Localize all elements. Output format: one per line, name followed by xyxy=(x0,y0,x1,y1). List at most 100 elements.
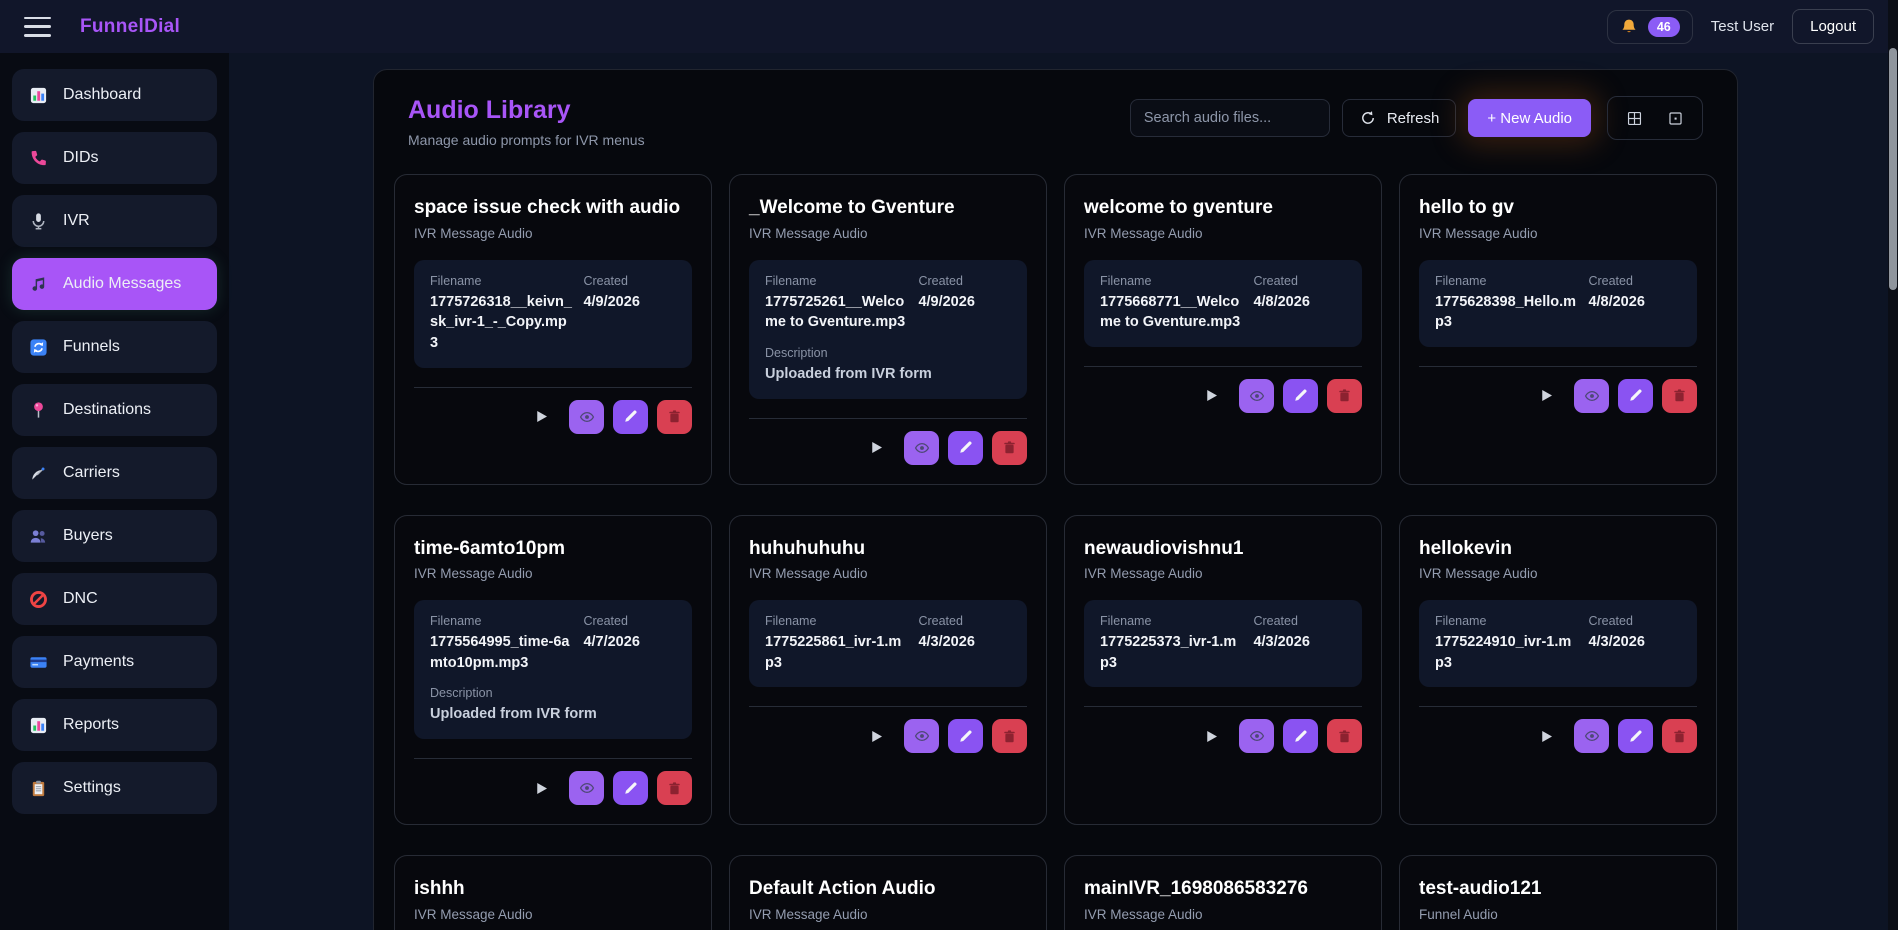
play-button[interactable] xyxy=(1532,719,1560,753)
edit-button[interactable] xyxy=(613,400,648,434)
phone-icon xyxy=(29,149,48,168)
trash-icon xyxy=(1000,727,1019,746)
card-actions xyxy=(1084,719,1362,753)
sidebar-item-reports[interactable]: Reports xyxy=(12,699,217,751)
delete-button[interactable] xyxy=(992,431,1027,465)
edit-button[interactable] xyxy=(1283,719,1318,753)
arrows-cycle-icon xyxy=(29,338,48,357)
audio-card-meta: Filename 1775225373_ivr-1.mp3 Created 4/… xyxy=(1084,600,1362,687)
created-value: 4/3/2026 xyxy=(1253,632,1346,653)
credit-card-icon xyxy=(29,653,48,672)
edit-button[interactable] xyxy=(948,719,983,753)
logout-button[interactable]: Logout xyxy=(1792,9,1874,44)
delete-button[interactable] xyxy=(1327,719,1362,753)
play-button[interactable] xyxy=(1532,379,1560,413)
play-icon xyxy=(867,438,886,457)
play-button[interactable] xyxy=(1197,719,1225,753)
play-icon xyxy=(1202,386,1221,405)
users-icon xyxy=(29,527,48,546)
pencil-icon xyxy=(1626,727,1645,746)
delete-button[interactable] xyxy=(1662,719,1697,753)
audio-card-type: IVR Message Audio xyxy=(749,226,1027,241)
play-button[interactable] xyxy=(527,400,555,434)
delete-button[interactable] xyxy=(1662,379,1697,413)
delete-button[interactable] xyxy=(1327,379,1362,413)
sidebar-item-buyers[interactable]: Buyers xyxy=(12,510,217,562)
view-button[interactable] xyxy=(1574,379,1609,413)
clipboard-icon xyxy=(29,779,48,798)
notifications-button[interactable]: 46 xyxy=(1607,10,1693,44)
sidebar-item-funnels[interactable]: Funnels xyxy=(12,321,217,373)
view-button[interactable] xyxy=(569,400,604,434)
sidebar-item-dids[interactable]: DIDs xyxy=(12,132,217,184)
sidebar-item-audio-messages[interactable]: Audio Messages xyxy=(12,258,217,310)
play-icon xyxy=(1537,727,1556,746)
scrollbar-thumb[interactable] xyxy=(1889,48,1897,290)
view-button[interactable] xyxy=(904,719,939,753)
delete-button[interactable] xyxy=(657,400,692,434)
created-value: 4/8/2026 xyxy=(1588,292,1681,313)
created-value: 4/3/2026 xyxy=(918,632,1011,653)
edit-button[interactable] xyxy=(1283,379,1318,413)
delete-button[interactable] xyxy=(992,719,1027,753)
card-divider xyxy=(414,758,692,759)
created-label: Created xyxy=(1588,274,1681,288)
audio-card: hello to gv IVR Message Audio Filename 1… xyxy=(1399,174,1717,485)
edit-button[interactable] xyxy=(613,771,648,805)
view-button[interactable] xyxy=(1239,379,1274,413)
edit-button[interactable] xyxy=(1618,379,1653,413)
audio-card-type: IVR Message Audio xyxy=(749,566,1027,581)
audio-card-title: hello to gv xyxy=(1419,197,1697,220)
view-button[interactable] xyxy=(904,431,939,465)
card-actions xyxy=(749,431,1027,465)
sidebar-item-label: Dashboard xyxy=(63,86,141,104)
created-value: 4/9/2026 xyxy=(583,292,676,313)
play-button[interactable] xyxy=(862,719,890,753)
card-divider xyxy=(749,706,1027,707)
sidebar-item-settings[interactable]: Settings xyxy=(12,762,217,814)
play-button[interactable] xyxy=(527,771,555,805)
search-input[interactable] xyxy=(1130,99,1330,137)
sidebar-item-label: Settings xyxy=(63,779,121,797)
edit-button[interactable] xyxy=(1618,719,1653,753)
filename-label: Filename xyxy=(1435,274,1578,288)
edit-button[interactable] xyxy=(948,431,983,465)
main-content: Audio Library Manage audio prompts for I… xyxy=(229,53,1888,930)
audio-card-meta: Filename 1775628398_Hello.mp3 Created 4/… xyxy=(1419,260,1697,347)
filename-value: 1775225861_ivr-1.mp3 xyxy=(765,632,908,673)
sidebar-item-dashboard[interactable]: Dashboard xyxy=(12,69,217,121)
play-button[interactable] xyxy=(1197,379,1225,413)
sidebar-item-dnc[interactable]: DNC xyxy=(12,573,217,625)
play-button[interactable] xyxy=(862,431,890,465)
card-actions xyxy=(1084,379,1362,413)
sidebar-item-label: DNC xyxy=(63,590,98,608)
sidebar-item-ivr[interactable]: IVR xyxy=(12,195,217,247)
new-audio-button[interactable]: + New Audio xyxy=(1468,99,1591,137)
list-view-button[interactable] xyxy=(1659,103,1692,133)
sidebar-item-carriers[interactable]: Carriers xyxy=(12,447,217,499)
filename-value: 1775564995_time-6amto10pm.mp3 xyxy=(430,632,573,673)
sidebar-item-payments[interactable]: Payments xyxy=(12,636,217,688)
refresh-button[interactable]: Refresh xyxy=(1342,99,1457,137)
view-button[interactable] xyxy=(1239,719,1274,753)
hamburger-menu-icon[interactable] xyxy=(24,17,52,37)
sidebar-item-label: Destinations xyxy=(63,401,151,419)
audio-card: _Welcome to Gventure IVR Message Audio F… xyxy=(729,174,1047,485)
filename-value: 1775628398_Hello.mp3 xyxy=(1435,292,1578,333)
trash-icon xyxy=(1000,438,1019,457)
filename-label: Filename xyxy=(765,274,908,288)
grid-view-button[interactable] xyxy=(1618,103,1651,133)
description-value: Uploaded from IVR form xyxy=(765,364,1011,385)
view-button[interactable] xyxy=(1574,719,1609,753)
sidebar-item-destinations[interactable]: Destinations xyxy=(12,384,217,436)
audio-card: Default Action Audio IVR Message Audio F… xyxy=(729,855,1047,930)
audio-card-title: ishhh xyxy=(414,878,692,901)
list-view-icon xyxy=(1666,109,1685,128)
view-button[interactable] xyxy=(569,771,604,805)
page-scrollbar[interactable] xyxy=(1888,0,1898,930)
pin-icon xyxy=(29,401,48,420)
audio-card-type: IVR Message Audio xyxy=(1419,566,1697,581)
delete-button[interactable] xyxy=(657,771,692,805)
grid-view-icon xyxy=(1625,109,1644,128)
trash-icon xyxy=(665,407,684,426)
